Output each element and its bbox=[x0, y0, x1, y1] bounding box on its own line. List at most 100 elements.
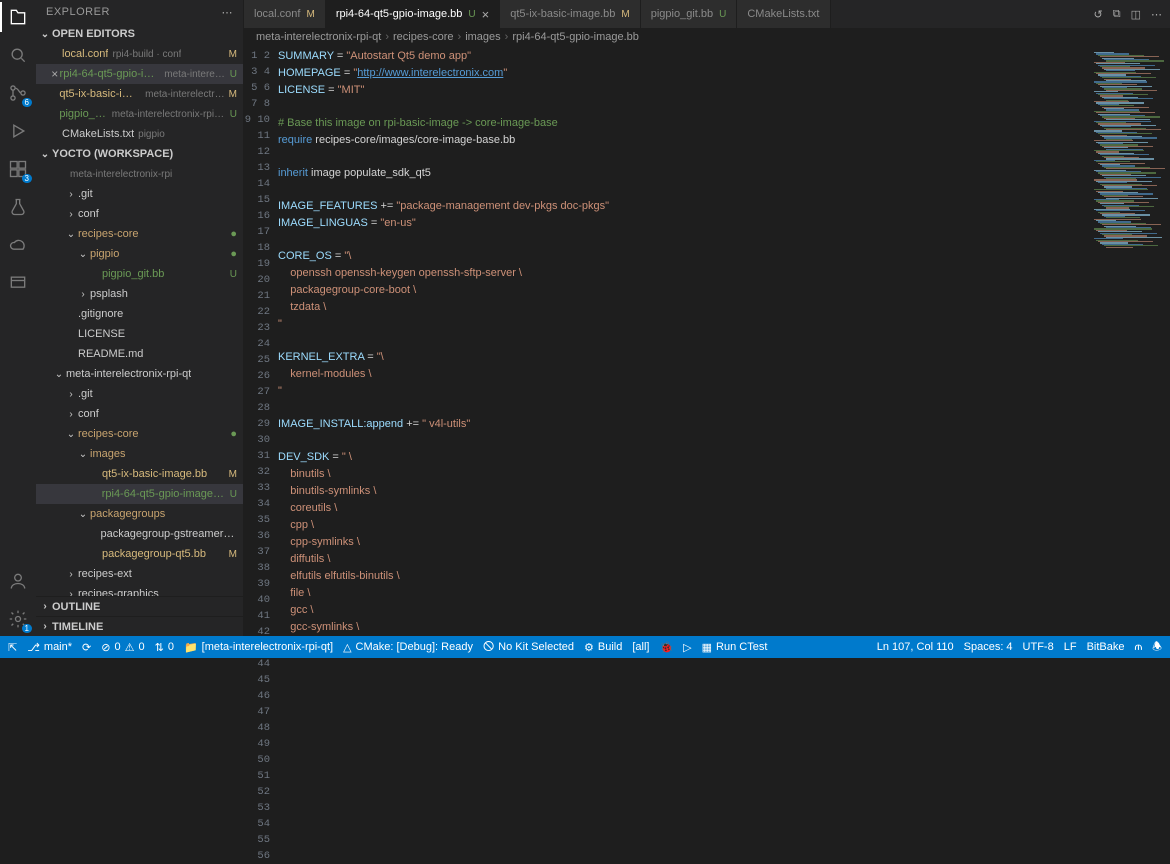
diff-icon[interactable]: ⧉ bbox=[1113, 8, 1121, 21]
encoding[interactable]: UTF-8 bbox=[1023, 641, 1054, 653]
ext-badge: 3 bbox=[22, 174, 32, 183]
cloud-icon[interactable] bbox=[7, 234, 29, 256]
eol[interactable]: LF bbox=[1064, 641, 1077, 653]
sidebar-title: EXPLORER ⋯ bbox=[36, 0, 243, 24]
remote-panel-icon[interactable] bbox=[7, 272, 29, 294]
open-editor-item[interactable]: local.confrpi4-build · confM bbox=[36, 44, 243, 64]
mod-badge: M bbox=[225, 549, 237, 560]
tree-item[interactable]: README.md bbox=[36, 344, 243, 364]
branch[interactable]: ⎇ main* bbox=[27, 641, 72, 654]
open-editor-item[interactable]: pigpio_git.bbmeta-interelectronix-rpi · … bbox=[36, 104, 243, 124]
remote-btn[interactable]: ⇱ bbox=[8, 641, 17, 654]
tree-item[interactable]: ⌄meta-interelectronix-rpi-qt bbox=[36, 364, 243, 384]
kit-status[interactable]: 🛇 No Kit Selected bbox=[483, 638, 574, 657]
sync-btn[interactable]: ⟳ bbox=[82, 641, 91, 654]
breadcrumb-seg[interactable]: recipes-core bbox=[393, 31, 454, 43]
editor-tab[interactable]: rpi4-64-qt5-gpio-image.bbU× bbox=[326, 0, 500, 28]
tree-label: README.md bbox=[78, 348, 143, 360]
tree-item[interactable]: .gitignore bbox=[36, 304, 243, 324]
file-name: CMakeLists.txt bbox=[62, 128, 134, 140]
mod-badge: U bbox=[226, 269, 237, 280]
history-icon[interactable]: ↺ bbox=[1094, 8, 1103, 21]
tree-item[interactable]: ›recipes-ext bbox=[36, 564, 243, 584]
debug-btn[interactable]: 🐞 bbox=[659, 641, 673, 654]
open-editors-header[interactable]: ⌄OPEN EDITORS bbox=[36, 24, 243, 44]
run-btn[interactable]: ▷ bbox=[683, 641, 691, 654]
breadcrumb-seg[interactable]: images bbox=[465, 31, 500, 43]
tree-item[interactable]: ›recipes-graphics bbox=[36, 584, 243, 596]
breadcrumbs[interactable]: meta-interelectronix-rpi-qt›recipes-core… bbox=[244, 28, 1170, 46]
minimap[interactable] bbox=[1090, 46, 1170, 636]
tab-label: pigpio_git.bb bbox=[651, 8, 713, 20]
tree-item[interactable]: ›psplash bbox=[36, 284, 243, 304]
gear-icon[interactable]: 1 bbox=[7, 608, 29, 630]
editor-tab[interactable]: CMakeLists.txt bbox=[737, 0, 830, 28]
tree-item[interactable]: ⌄images bbox=[36, 444, 243, 464]
breadcrumb-seg[interactable]: rpi4-64-qt5-gpio-image.bb bbox=[512, 31, 639, 43]
tree-item[interactable]: ›.git bbox=[36, 184, 243, 204]
tab-more-icon[interactable]: ⋯ bbox=[1151, 8, 1162, 21]
mod-badge: M bbox=[621, 9, 629, 20]
open-editor-item[interactable]: CMakeLists.txt pigpio bbox=[36, 124, 243, 144]
warn-count: 0 bbox=[138, 641, 144, 653]
scm-badge: 6 bbox=[22, 98, 32, 107]
build-target[interactable]: [all] bbox=[632, 641, 649, 653]
editor-tab[interactable]: local.confM bbox=[244, 0, 326, 28]
cursor-pos[interactable]: Ln 107, Col 110 bbox=[877, 641, 954, 653]
explorer-icon[interactable] bbox=[7, 6, 29, 28]
tree-label: qt5-ix-basic-image.bb bbox=[102, 468, 207, 480]
accounts-icon[interactable] bbox=[7, 570, 29, 592]
feedback-icon[interactable]: ⫙ bbox=[1134, 641, 1142, 654]
tree-label: LICENSE bbox=[78, 328, 125, 340]
testing-icon[interactable] bbox=[7, 196, 29, 218]
tree-item[interactable]: ›conf bbox=[36, 404, 243, 424]
tree-item[interactable]: meta-interelectronix-rpi bbox=[36, 164, 243, 184]
split-icon[interactable]: ◫ bbox=[1131, 8, 1141, 21]
tree-item[interactable]: packagegroup-gstreamer1.0.bb bbox=[36, 524, 243, 544]
file-desc: pigpio bbox=[138, 129, 165, 140]
mod-badge: M bbox=[225, 89, 237, 100]
language-mode[interactable]: BitBake bbox=[1087, 641, 1125, 653]
outline-label: OUTLINE bbox=[52, 601, 100, 613]
open-editor-item[interactable]: ×rpi4-64-qt5-gpio-image.bbmeta-interelec… bbox=[36, 64, 243, 84]
extensions-icon[interactable]: 3 bbox=[7, 158, 29, 180]
open-editor-item[interactable]: qt5-ix-basic-image.bbmeta-interelectroni… bbox=[36, 84, 243, 104]
breadcrumb-seg[interactable]: meta-interelectronix-rpi-qt bbox=[256, 31, 381, 43]
chevron-icon: ⌄ bbox=[52, 369, 66, 380]
timeline-header[interactable]: ›TIMELINE bbox=[36, 616, 243, 636]
scm-icon[interactable]: 6 bbox=[7, 82, 29, 104]
editor-tab[interactable]: qt5-ix-basic-image.bbM bbox=[500, 0, 641, 28]
tree-item[interactable]: ›conf bbox=[36, 204, 243, 224]
tree-item[interactable]: qt5-ix-basic-image.bbM bbox=[36, 464, 243, 484]
search-icon[interactable] bbox=[7, 44, 29, 66]
editor-tab[interactable]: pigpio_git.bbU bbox=[641, 0, 738, 28]
tree-item[interactable]: ⌄recipes-core● bbox=[36, 224, 243, 244]
tree-item[interactable]: ⌄pigpio● bbox=[36, 244, 243, 264]
tabs-bar: local.confMrpi4-64-qt5-gpio-image.bbU×qt… bbox=[244, 0, 1170, 28]
tree-item[interactable]: packagegroup-qt5.bbM bbox=[36, 544, 243, 564]
cmake-status[interactable]: △ CMake: [Debug]: Ready bbox=[343, 641, 473, 654]
close-icon[interactable]: × bbox=[482, 7, 490, 22]
notifications-icon[interactable]: 🕭 bbox=[1152, 638, 1162, 657]
outline-header[interactable]: ›OUTLINE bbox=[36, 596, 243, 616]
tree-item[interactable]: ›.git bbox=[36, 384, 243, 404]
ports[interactable]: ⇅ 0 bbox=[155, 641, 174, 654]
problems[interactable]: ⊘ 0 ⚠ 0 bbox=[101, 641, 144, 654]
debug-icon[interactable] bbox=[7, 120, 29, 142]
tree-item[interactable]: ⌄recipes-core● bbox=[36, 424, 243, 444]
workspace-folder[interactable]: 📁 [meta-interelectronix-rpi-qt] bbox=[184, 641, 333, 654]
file-name: rpi4-64-qt5-gpio-image.bb bbox=[60, 68, 161, 80]
workspace-header[interactable]: ⌄YOCTO (WORKSPACE) bbox=[36, 144, 243, 164]
tree-label: recipes-core bbox=[78, 228, 139, 240]
tree-item[interactable]: LICENSE bbox=[36, 324, 243, 344]
tree-item[interactable]: rpi4-64-qt5-gpio-image.bbU bbox=[36, 484, 243, 504]
indent[interactable]: Spaces: 4 bbox=[964, 641, 1013, 653]
ctest-btn[interactable]: ▦ Run CTest bbox=[702, 641, 768, 654]
close-icon[interactable]: × bbox=[50, 67, 60, 81]
code-editor[interactable]: SUMMARY = "Autostart Qt5 demo app" HOMEP… bbox=[278, 46, 1090, 636]
sidebar-more-icon[interactable]: ⋯ bbox=[222, 6, 234, 19]
tree-item[interactable]: pigpio_git.bbU bbox=[36, 264, 243, 284]
tree-item[interactable]: ⌄packagegroups bbox=[36, 504, 243, 524]
file-name: pigpio_git.bb bbox=[59, 108, 107, 120]
build-btn[interactable]: ⚙ Build bbox=[584, 641, 622, 654]
